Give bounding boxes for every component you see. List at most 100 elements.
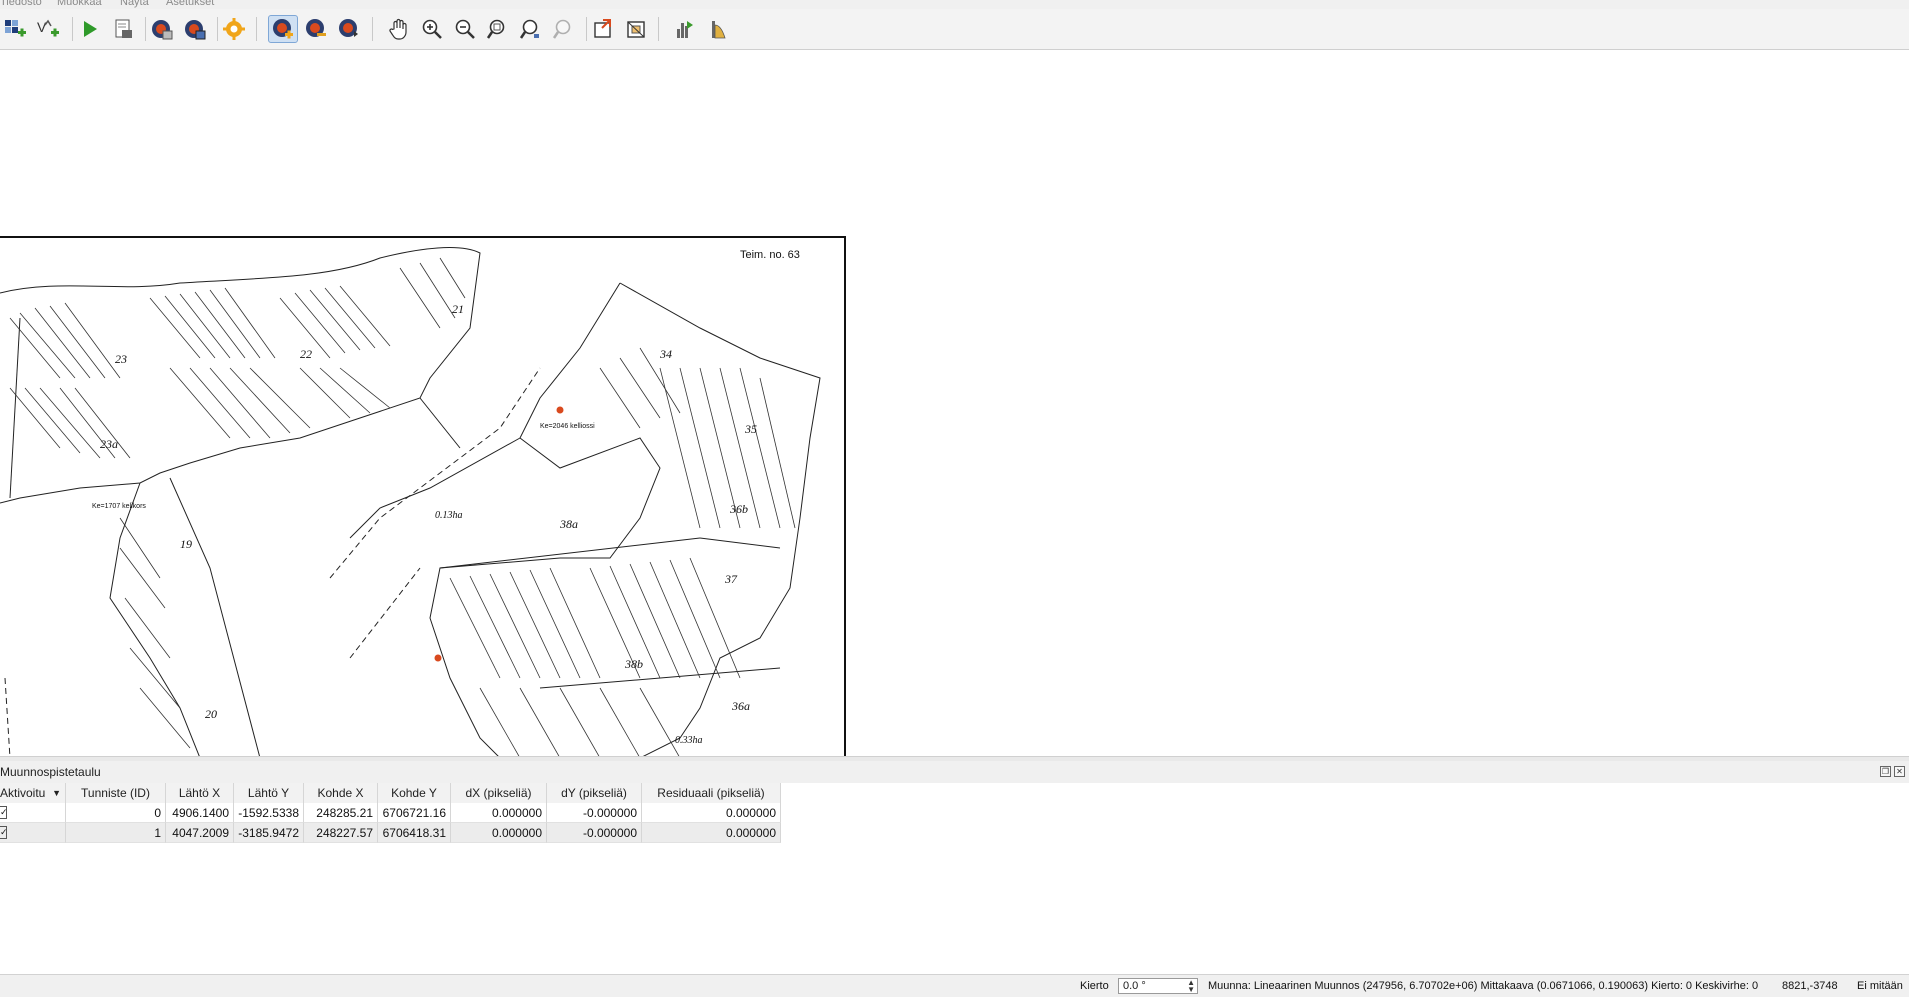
crs-label[interactable]: Ei mitään [1857, 980, 1903, 992]
local-histogram-icon[interactable] [703, 15, 733, 43]
menu-view[interactable]: Näytä [120, 0, 149, 8]
add-point-icon[interactable] [268, 15, 298, 43]
georeferencer-toolbar: V [0, 9, 1909, 50]
parcel-label: 38b [624, 657, 643, 671]
dock-title: Muunnospistetaulu [0, 765, 101, 779]
column-header-dst-x[interactable]: Kohde X [304, 783, 378, 803]
toolbar-separator [256, 17, 257, 41]
parcel-label: 0.13ha [435, 510, 463, 521]
cell-dst-x[interactable]: 248285.21 [304, 803, 378, 823]
pan-icon[interactable] [384, 15, 414, 43]
cell-id[interactable]: 0 [66, 803, 166, 823]
parcel-label: 23 [115, 352, 127, 366]
gcp-marker[interactable] [434, 654, 442, 662]
coordinate-readout: 8821,-3748 [1782, 980, 1838, 992]
close-dock-icon[interactable]: ✕ [1894, 766, 1905, 777]
cell-dst-y[interactable]: 6706721.16 [378, 803, 451, 823]
menu-file[interactable]: Tiedosto [0, 0, 42, 8]
parcel-label: 23a [100, 437, 118, 451]
toolbar-separator [658, 17, 659, 41]
parcel-label: 22 [300, 347, 312, 361]
toolbar-separator [372, 17, 373, 41]
menu-edit[interactable]: Muokkaa [57, 0, 102, 8]
zoom-in-icon[interactable] [417, 15, 447, 43]
parcel-label: 38a [559, 517, 578, 531]
parcel-label: 37 [724, 572, 738, 586]
status-bar: Kierto 0.0 ° ▲ ▼ Muunna: Lineaarinen Muun… [0, 974, 1909, 997]
parcel-label: 0.33ha [675, 735, 703, 746]
map-annotation: Ke=2046 kelliossi [540, 423, 595, 430]
map-sheet-number: Teim. no. 63 [740, 249, 800, 261]
cell-id[interactable]: 1 [66, 823, 166, 843]
float-dock-icon[interactable]: ❐ [1880, 766, 1891, 777]
zoom-last-icon[interactable] [516, 15, 546, 43]
toolbar-separator [72, 17, 73, 41]
zoom-out-icon[interactable] [450, 15, 480, 43]
open-raster-icon[interactable] [0, 15, 30, 43]
table-row[interactable]: ✓ 0 4906.1400 -1592.5338 248285.21 67067… [0, 803, 781, 823]
rotation-spinbox[interactable]: 0.0 ° ▲ ▼ [1118, 978, 1198, 994]
map-annotation: Ke=1707 kelikors [92, 503, 146, 510]
column-header-residual[interactable]: Residuaali (pikseliä) [642, 783, 781, 803]
menu-settings[interactable]: Asetukset [166, 0, 214, 8]
cell-src-y[interactable]: -3185.9472 [234, 823, 304, 843]
generate-gdal-script-icon[interactable] [108, 15, 138, 43]
histogram-stretch-icon[interactable] [670, 15, 700, 43]
parcel-label: 34 [659, 347, 672, 361]
column-header-dy[interactable]: dY (pikseliä) [547, 783, 642, 803]
load-gcp-points-icon[interactable] [147, 15, 177, 43]
sort-arrow-icon: ▼ [52, 788, 61, 798]
cell-dx: 0.000000 [451, 803, 547, 823]
cell-dst-x[interactable]: 248227.57 [304, 823, 378, 843]
cell-dx: 0.000000 [451, 823, 547, 843]
gcp-table-dock-header: Muunnospistetaulu ❐ ✕ [0, 761, 1909, 783]
parcel-label: 35 [744, 422, 757, 436]
toolbar-separator [217, 17, 218, 41]
zoom-next-icon[interactable] [549, 15, 579, 43]
rotation-value: 0.0 ° [1123, 980, 1146, 992]
transform-info: Muunna: Lineaarinen Muunnos (247956, 6.7… [1208, 980, 1759, 992]
svg-text:V: V [37, 19, 47, 35]
parcel-label: 20 [205, 707, 217, 721]
parcel-label: 19 [180, 537, 192, 551]
column-header-dx[interactable]: dX (pikseliä) [451, 783, 547, 803]
toolbar-separator [145, 17, 146, 41]
cell-src-x[interactable]: 4047.2009 [166, 823, 234, 843]
column-header-active[interactable]: Aktivoitu ▼ [0, 783, 66, 803]
rotation-label: Kierto [1080, 980, 1109, 992]
cell-residual: 0.000000 [642, 803, 781, 823]
column-header-src-x[interactable]: Lähtö X [166, 783, 234, 803]
link-qgis-icon[interactable] [621, 15, 651, 43]
column-header-dst-y[interactable]: Kohde Y [378, 783, 451, 803]
zoom-to-layer-icon[interactable] [483, 15, 513, 43]
gcp-marker[interactable] [556, 406, 564, 414]
link-georeferencer-icon[interactable] [588, 15, 618, 43]
delete-point-icon[interactable] [301, 15, 331, 43]
cell-dst-y[interactable]: 6706418.31 [378, 823, 451, 843]
scanned-map-image: Teim. no. 63 21 22 23 23a 34 35 36a 36b … [0, 236, 846, 756]
table-header: Aktivoitu ▼ Tunniste (ID) Lähtö X Lähtö Y… [0, 783, 781, 804]
start-georeferencing-icon[interactable] [74, 15, 104, 43]
parcel-label: 36b [729, 502, 748, 516]
parcel-label: 21 [452, 302, 464, 316]
cell-src-x[interactable]: 4906.1400 [166, 803, 234, 823]
parcel-label: 36a [731, 699, 750, 713]
move-point-icon[interactable] [334, 15, 364, 43]
column-header-id[interactable]: Tunniste (ID) [66, 783, 166, 803]
active-checkbox[interactable]: ✓ [0, 803, 66, 823]
toolbar-separator [586, 17, 587, 41]
spin-arrows-icon[interactable]: ▲ ▼ [1187, 979, 1195, 994]
transformation-settings-icon[interactable] [219, 15, 249, 43]
column-header-src-y[interactable]: Lähtö Y [234, 783, 304, 803]
scanned-map-drawing: Teim. no. 63 21 22 23 23a 34 35 36a 36b … [0, 247, 821, 756]
save-gcp-points-icon[interactable] [180, 15, 210, 43]
map-canvas[interactable]: Teim. no. 63 21 22 23 23a 34 35 36a 36b … [0, 50, 1909, 756]
table-row[interactable]: ✓ 1 4047.2009 -3185.9472 248227.57 67064… [0, 823, 781, 843]
cell-dy: -0.000000 [547, 803, 642, 823]
cell-dy: -0.000000 [547, 823, 642, 843]
active-checkbox[interactable]: ✓ [0, 823, 66, 843]
cell-src-y[interactable]: -1592.5338 [234, 803, 304, 823]
cell-residual: 0.000000 [642, 823, 781, 843]
menu-bar: Tiedosto Muokkaa Näytä Asetukset [0, 0, 1909, 9]
open-vector-icon[interactable]: V [33, 15, 63, 43]
